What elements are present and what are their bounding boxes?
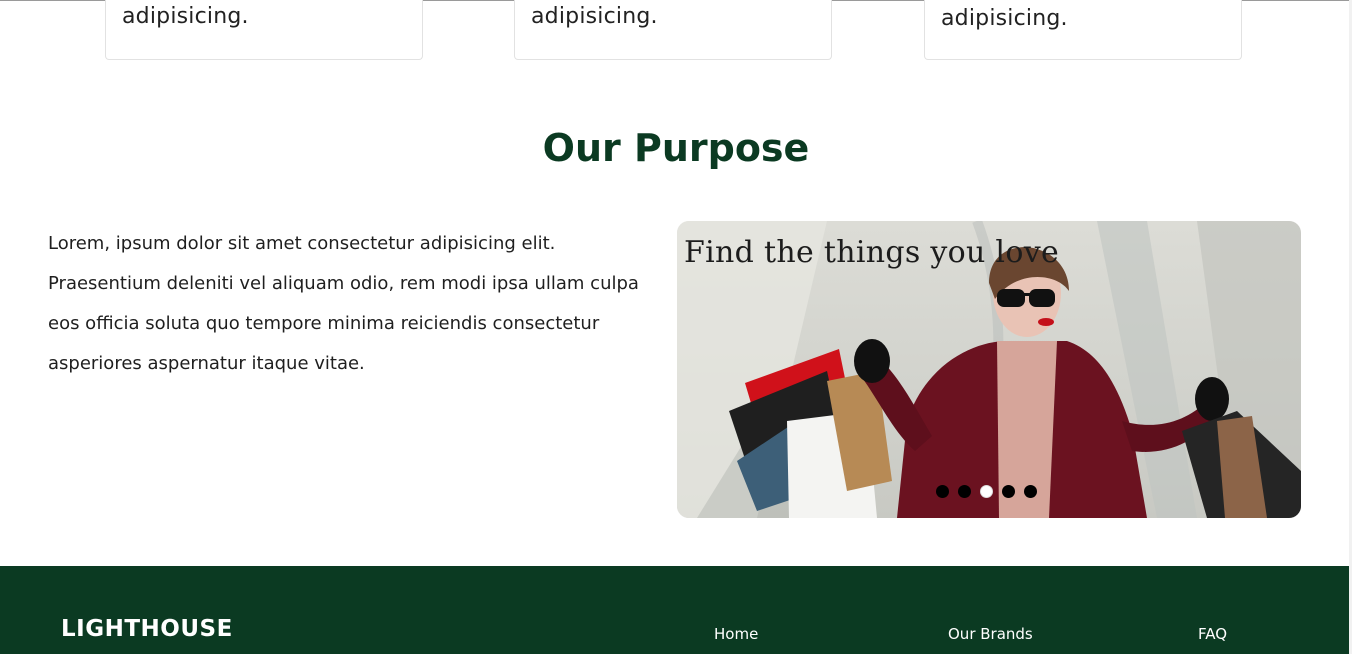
feature-card-2-text: adipisicing.: [531, 4, 658, 29]
feature-card-1: adipisicing.: [105, 0, 423, 60]
footer-link-our-brands[interactable]: Our Brands: [948, 625, 1033, 643]
footer-link-faq[interactable]: FAQ: [1198, 625, 1227, 643]
feature-card-1-text: adipisicing.: [122, 4, 249, 29]
footer-brand[interactable]: LIGHTHOUSE: [61, 616, 233, 642]
feature-card-3-text: adipisicing.: [941, 6, 1068, 31]
section-title: Our Purpose: [542, 126, 810, 170]
carousel-indicators: [936, 485, 1037, 499]
carousel-dot-5[interactable]: [1024, 485, 1037, 498]
feature-card-2: adipisicing.: [514, 0, 832, 60]
carousel-dot-1[interactable]: [936, 485, 949, 498]
image-carousel[interactable]: Find the things you love: [677, 221, 1301, 518]
footer-link-home[interactable]: Home: [714, 625, 758, 643]
footer: LIGHTHOUSE Home Our Brands FAQ: [0, 566, 1352, 654]
carousel-dot-4[interactable]: [1002, 485, 1015, 498]
carousel-dot-3-active[interactable]: [980, 485, 993, 498]
purpose-text: Lorem, ipsum dolor sit amet consectetur …: [48, 233, 639, 374]
feature-card-3: adipisicing.: [924, 0, 1242, 60]
carousel-caption: Find the things you love: [684, 235, 1059, 270]
carousel-dot-2[interactable]: [958, 485, 971, 498]
